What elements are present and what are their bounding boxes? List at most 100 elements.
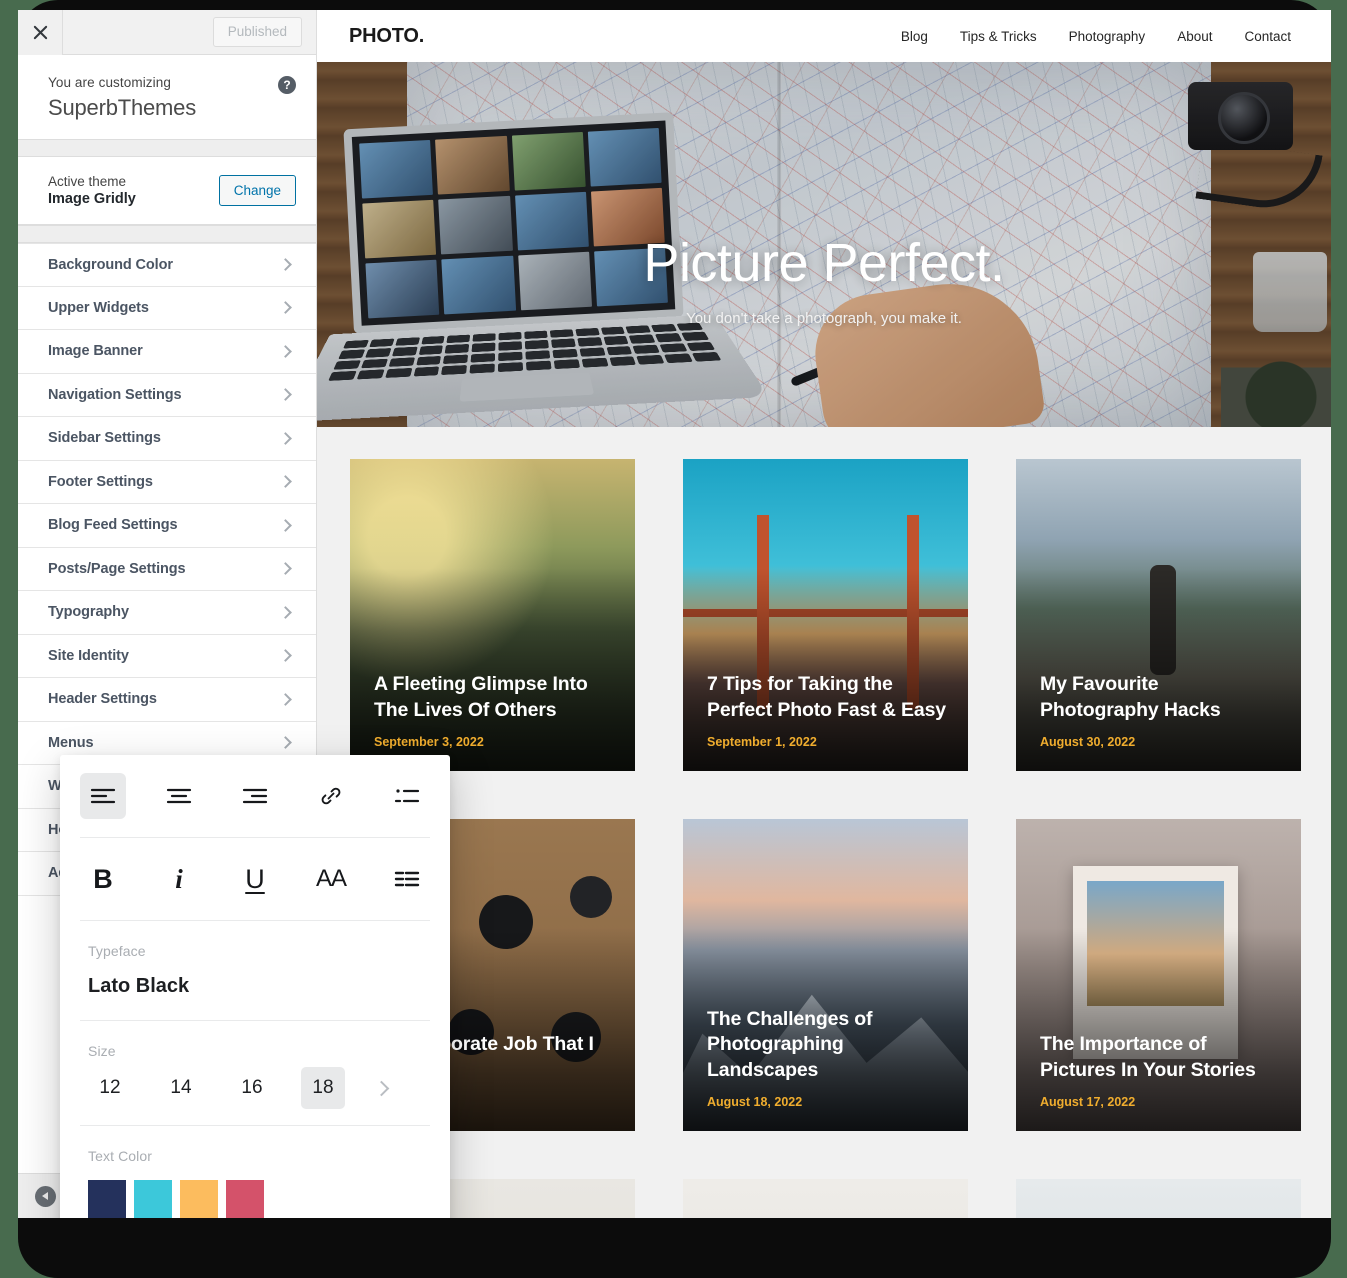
site-header: PHOTO. Blog Tips & Tricks Photography Ab…: [317, 10, 1331, 62]
post-title[interactable]: My Favourite Photography Hacks: [1040, 672, 1279, 723]
change-theme-button[interactable]: Change: [218, 175, 296, 206]
size-label: Size: [88, 1043, 116, 1059]
site-navigation: Blog Tips & Tricks Photography About Con…: [901, 29, 1291, 44]
theme-preview-pane: PHOTO. Blog Tips & Tricks Photography Ab…: [317, 10, 1331, 1218]
size-option-16[interactable]: 16: [230, 1067, 274, 1109]
align-left-icon[interactable]: [80, 773, 126, 819]
chevron-right-icon: [279, 605, 292, 619]
bold-icon[interactable]: B: [80, 856, 126, 902]
italic-glyph: i: [175, 863, 183, 894]
nav-link-tips-tricks[interactable]: Tips & Tricks: [960, 29, 1037, 44]
underline-icon[interactable]: U: [232, 856, 278, 902]
section-label: Background Color: [48, 256, 173, 273]
section-footer-settings[interactable]: Footer Settings: [18, 460, 316, 504]
chevron-right-icon[interactable]: [373, 1080, 390, 1096]
italic-icon[interactable]: i: [156, 856, 202, 902]
section-label: Upper Widgets: [48, 299, 149, 316]
browser-viewport: PHOTO. Blog Tips & Tricks Photography Ab…: [18, 10, 1331, 1218]
chevron-right-icon: [279, 649, 292, 663]
size-option-18[interactable]: 18: [301, 1067, 345, 1109]
section-typography[interactable]: Typography: [18, 591, 316, 635]
section-label: Typography: [48, 604, 129, 621]
post-title[interactable]: A Fleeting Glimpse Into The Lives Of Oth…: [374, 672, 613, 723]
section-site-identity[interactable]: Site Identity: [18, 634, 316, 678]
publish-area: Published: [63, 10, 316, 54]
post-date: August 17, 2022: [1040, 1095, 1136, 1109]
color-swatch-red[interactable]: [226, 1180, 264, 1218]
section-label: Posts/Page Settings: [48, 560, 186, 577]
post-date: August 18, 2022: [707, 1095, 803, 1109]
help-icon[interactable]: ?: [278, 76, 296, 94]
post-date: September 1, 2022: [707, 735, 817, 749]
size-option-14[interactable]: 14: [159, 1067, 203, 1109]
collapse-left-icon[interactable]: [35, 1185, 56, 1207]
hero-text-block: Picture Perfect. You don't take a photog…: [317, 232, 1331, 327]
post-card[interactable]: My Favourite Photography Hacks August 30…: [1016, 459, 1301, 771]
size-section: Size 12 14 16 18: [60, 1021, 450, 1125]
section-sidebar-settings[interactable]: Sidebar Settings: [18, 417, 316, 461]
nav-link-about[interactable]: About: [1177, 29, 1212, 44]
chevron-right-icon: [279, 736, 292, 750]
post-card[interactable]: A Fleeting Glimpse Into The Lives Of Oth…: [350, 459, 635, 771]
section-posts-page-settings[interactable]: Posts/Page Settings: [18, 547, 316, 591]
section-label: Image Banner: [48, 343, 143, 360]
chevron-right-icon: [279, 301, 292, 315]
font-size-icon[interactable]: AA: [308, 856, 354, 902]
site-logo[interactable]: PHOTO.: [349, 25, 424, 48]
format-toolbar: B i U AA: [60, 838, 450, 920]
alignment-toolbar: [60, 755, 450, 837]
bullet-list-icon[interactable]: [384, 773, 430, 819]
color-swatch-cyan[interactable]: [134, 1180, 172, 1218]
chevron-right-icon: [279, 258, 292, 272]
publish-button[interactable]: Published: [212, 17, 302, 47]
typography-popup: B i U AA Typeface Lato Black Size 12 14 …: [60, 755, 450, 1218]
section-label: Header Settings: [48, 691, 157, 708]
chevron-right-icon: [279, 344, 292, 358]
section-divider: [18, 225, 316, 243]
post-card[interactable]: [683, 1179, 968, 1218]
customizer-topbar: Published: [18, 10, 316, 55]
size-option-12[interactable]: 12: [88, 1067, 132, 1109]
customizer-title-block: You are customizing SuperbThemes ?: [18, 55, 316, 139]
align-center-icon[interactable]: [156, 773, 202, 819]
color-swatch-amber[interactable]: [180, 1180, 218, 1218]
link-icon[interactable]: [308, 773, 354, 819]
active-theme-info: Active theme Image Gridly: [48, 174, 136, 207]
active-theme-label: Active theme: [48, 174, 127, 189]
color-swatches: [88, 1180, 422, 1218]
align-right-icon[interactable]: [232, 773, 278, 819]
post-card[interactable]: The Importance of Pictures In Your Stori…: [1016, 819, 1301, 1131]
section-header-settings[interactable]: Header Settings: [18, 678, 316, 722]
post-title[interactable]: The Importance of Pictures In Your Stori…: [1040, 1032, 1279, 1083]
text-color-label: Text Color: [88, 1148, 153, 1164]
chevron-right-icon: [279, 518, 292, 532]
post-card[interactable]: The Challenges of Photographing Landscap…: [683, 819, 968, 1131]
underline-glyph: U: [245, 863, 265, 894]
nav-link-blog[interactable]: Blog: [901, 29, 928, 44]
section-blog-feed-settings[interactable]: Blog Feed Settings: [18, 504, 316, 548]
close-icon[interactable]: [18, 10, 63, 55]
active-theme-row: Active theme Image Gridly Change: [18, 157, 316, 225]
post-title[interactable]: The Challenges of Photographing Landscap…: [707, 1007, 946, 1083]
section-label: Menus: [48, 734, 94, 751]
chevron-right-icon: [279, 388, 292, 402]
typeface-value[interactable]: Lato Black: [88, 975, 422, 1020]
section-navigation-settings[interactable]: Navigation Settings: [18, 373, 316, 417]
nav-link-contact[interactable]: Contact: [1244, 29, 1291, 44]
typeface-section: Typeface Lato Black: [60, 921, 450, 1020]
customizing-label: You are customizing: [48, 75, 171, 90]
color-swatch-navy[interactable]: [88, 1180, 126, 1218]
post-card[interactable]: 7 Tips for Taking the Perfect Photo Fast…: [683, 459, 968, 771]
section-label: Site Identity: [48, 647, 129, 664]
section-background-color[interactable]: Background Color: [18, 243, 316, 287]
line-height-icon[interactable]: [384, 856, 430, 902]
post-body: A Fleeting Glimpse Into The Lives Of Oth…: [374, 672, 613, 749]
active-theme-name: Image Gridly: [48, 191, 136, 207]
section-image-banner[interactable]: Image Banner: [18, 330, 316, 374]
section-upper-widgets[interactable]: Upper Widgets: [18, 286, 316, 330]
hero-title: Picture Perfect.: [643, 233, 1005, 293]
post-card[interactable]: [1016, 1179, 1301, 1218]
post-title[interactable]: 7 Tips for Taking the Perfect Photo Fast…: [707, 672, 946, 723]
font-size-glyph: AA: [315, 865, 347, 892]
nav-link-photography[interactable]: Photography: [1069, 29, 1146, 44]
